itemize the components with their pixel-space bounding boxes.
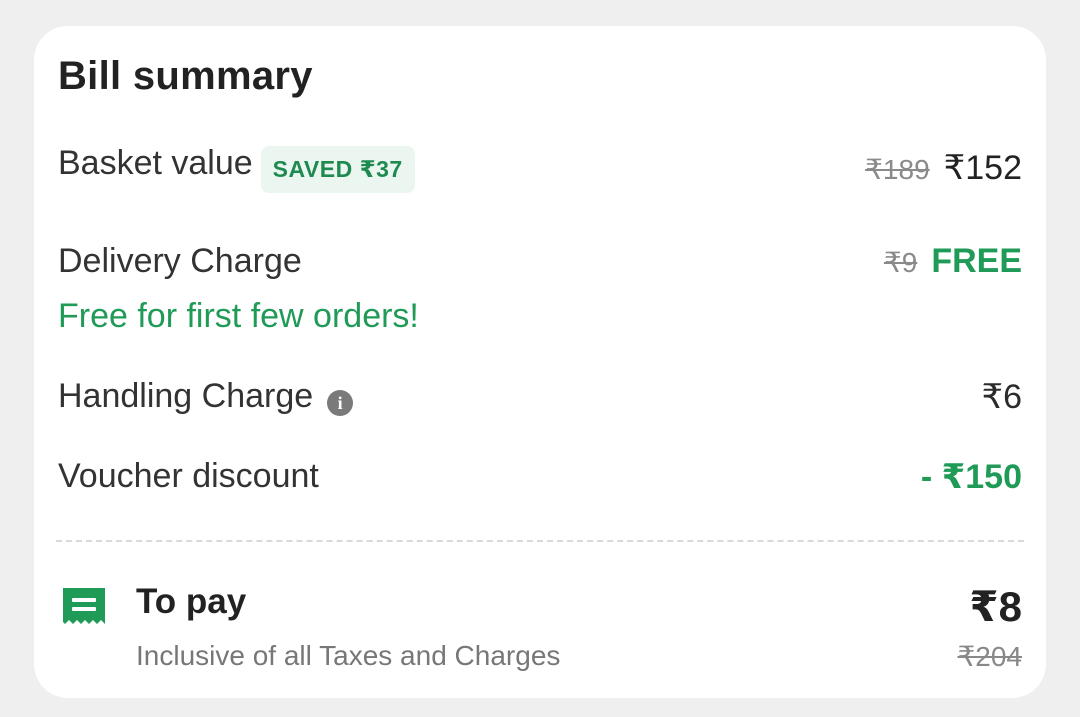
- delivery-original-price: ₹9: [883, 247, 918, 278]
- voucher-discount-label: Voucher discount: [58, 457, 319, 495]
- delivery-charge-row: Delivery Charge Free for first few order…: [58, 242, 1022, 336]
- delivery-charge-label: Delivery Charge: [58, 242, 302, 280]
- voucher-discount-row: Voucher discount - ₹150: [58, 457, 1022, 496]
- voucher-discount-price: - ₹150: [920, 458, 1022, 496]
- bill-summary-title: Bill summary: [58, 54, 313, 98]
- to-pay-original-amount: ₹204: [957, 641, 1022, 672]
- bill-summary-card: Bill summary Basket value SAVED ₹37 ₹189 ₹…: [34, 26, 1046, 698]
- to-pay-label: To pay: [136, 582, 247, 621]
- basket-price: ₹152: [943, 149, 1022, 187]
- basket-original-price: ₹189: [865, 154, 930, 185]
- handling-charge-label: Handling Charge: [58, 377, 314, 415]
- delivery-price: FREE: [931, 242, 1022, 280]
- basket-value-label: Basket value: [58, 144, 253, 182]
- handling-charge-price: ₹6: [981, 378, 1022, 416]
- to-pay-amount: ₹8: [969, 583, 1022, 630]
- dashed-divider: [56, 540, 1024, 542]
- info-icon[interactable]: i: [327, 389, 354, 416]
- handling-charge-row: Handling Charge i ₹6: [58, 377, 1022, 416]
- receipt-icon: [63, 588, 105, 624]
- to-pay-subtitle: Inclusive of all Taxes and Charges: [136, 640, 561, 671]
- basket-value-prices: ₹189 ₹152: [865, 148, 1022, 188]
- delivery-free-note: Free for first few orders!: [58, 297, 419, 335]
- saved-badge: SAVED ₹37: [260, 146, 415, 194]
- basket-value-row: Basket value SAVED ₹37 ₹189 ₹152: [58, 144, 1022, 194]
- delivery-charge-prices: ₹9 FREE: [884, 242, 1022, 281]
